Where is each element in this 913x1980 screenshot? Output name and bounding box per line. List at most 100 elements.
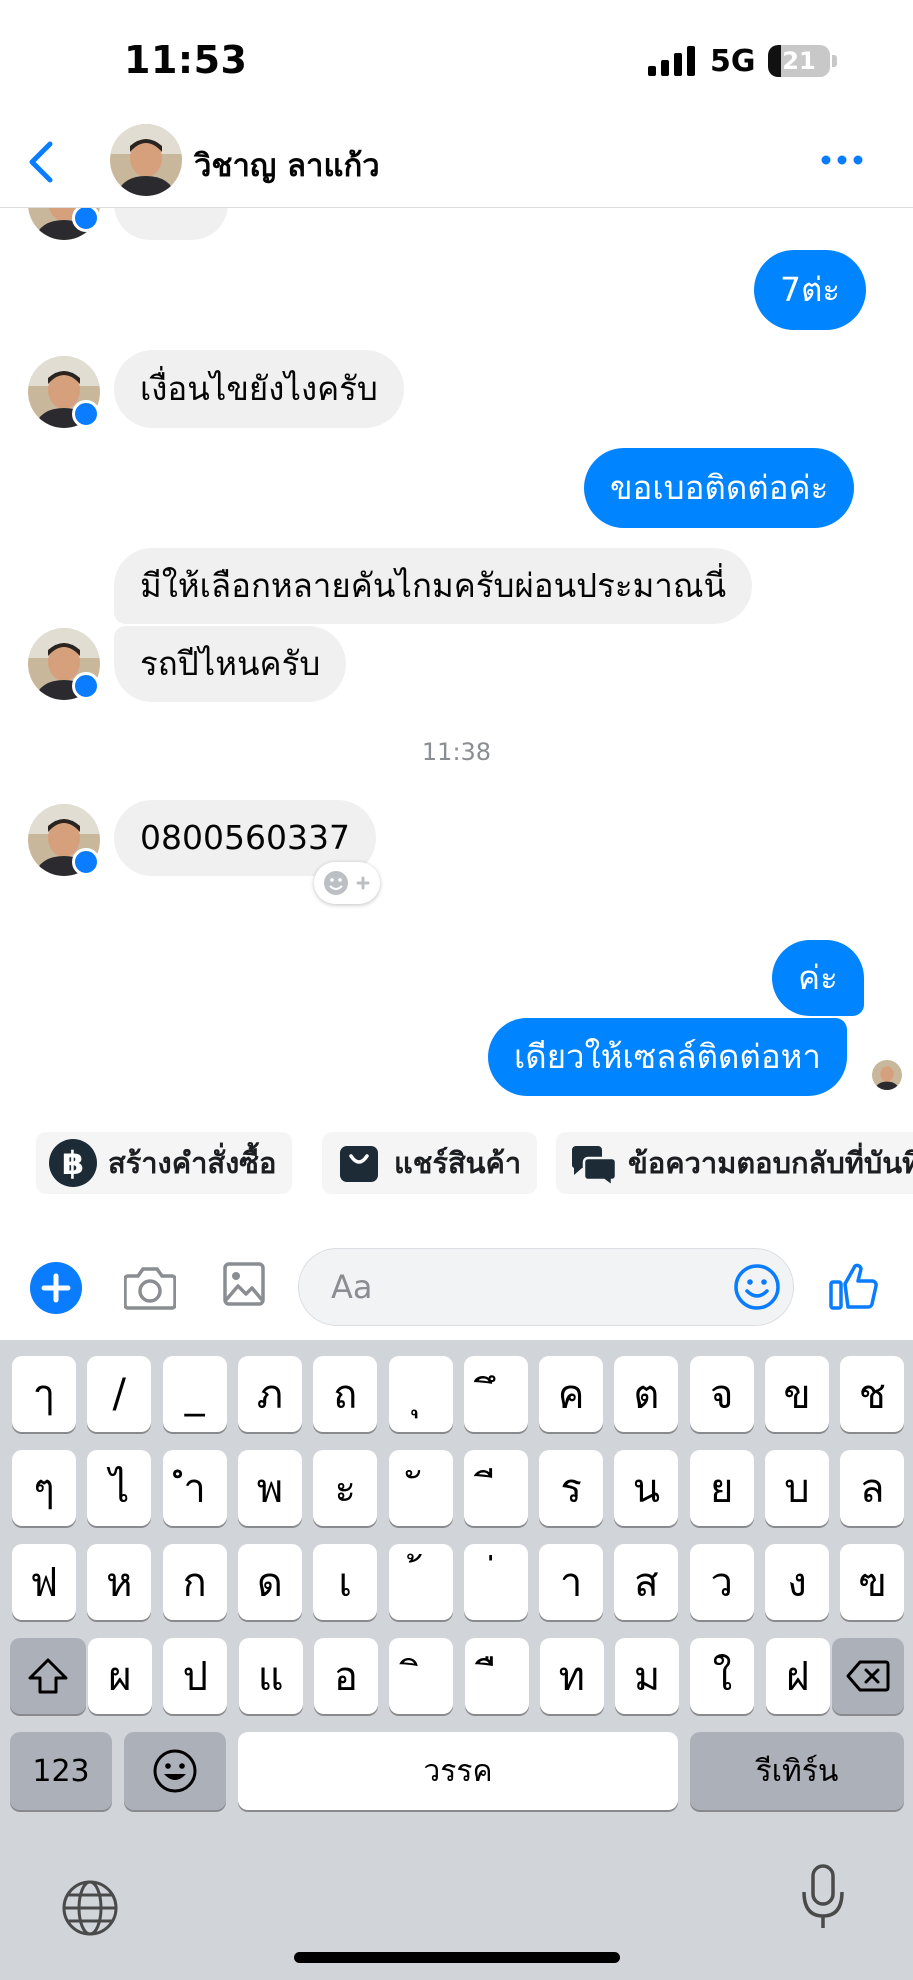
letter-key[interactable]: ภ [237, 1356, 302, 1432]
letter-key[interactable]: ข [765, 1356, 829, 1432]
letter-key[interactable]: ื [464, 1638, 529, 1714]
thumbs-up-icon[interactable] [828, 1260, 880, 1312]
shift-arrow-icon [28, 1658, 68, 1694]
emoji-keyboard-icon [153, 1749, 197, 1793]
saved-replies-chip[interactable]: ข้อความตอบกลับที่บันทึกไว้ [556, 1132, 913, 1194]
battery-cap [832, 55, 837, 67]
status-bar: 11:53 5G 21 [0, 0, 913, 120]
avatar-photo [110, 124, 182, 196]
chip-label: ข้อความตอบกลับที่บันทึกไว้ [628, 1146, 913, 1180]
letter-key[interactable]: ย [689, 1450, 754, 1526]
letter-key[interactable]: ้ [388, 1544, 453, 1620]
letter-key[interactable]: ใ [690, 1638, 755, 1714]
cellular-signal-icon [648, 46, 695, 76]
space-key[interactable]: วรรค [238, 1732, 678, 1810]
message-bubble-outgoing[interactable]: ขอเบอติดต่อค่ะ [584, 448, 855, 528]
plus-icon [41, 1273, 71, 1303]
message-bubble-partial[interactable] [114, 208, 228, 240]
plus-button[interactable] [30, 1262, 82, 1314]
letter-key[interactable]: ห [87, 1544, 152, 1620]
letter-key[interactable]: ๅ [12, 1356, 76, 1432]
message-bubble-incoming[interactable]: มีให้เลือกหลายคันไกมครับผ่อนประมาณนี่ [114, 548, 753, 624]
add-reaction-icon [324, 871, 370, 895]
message-bubble-outgoing[interactable]: เดียวให้เซลล์ติดต่อหา [488, 1018, 847, 1096]
globe-icon[interactable] [60, 1878, 120, 1938]
letter-key[interactable]: ่ [463, 1544, 528, 1620]
letter-key[interactable]: ม [615, 1638, 680, 1714]
home-indicator[interactable] [294, 1952, 620, 1963]
return-key[interactable]: รีเทิร์น [690, 1732, 904, 1810]
letter-key[interactable]: ท [539, 1638, 604, 1714]
thai-keyboard: ๅ/_ภถุึคตจขช ๆไำพะัีรนยบล ฟหกดเ้่าสวงฃ ผ… [0, 1340, 913, 1980]
contact-avatar[interactable] [110, 124, 182, 196]
letter-key[interactable]: น [614, 1450, 679, 1526]
message-bubble-outgoing[interactable]: 7ต่ะ [754, 250, 867, 330]
letter-key[interactable]: ร [539, 1450, 604, 1526]
letter-key[interactable]: ค [539, 1356, 604, 1432]
letter-key[interactable]: ล [840, 1450, 905, 1526]
chip-label: แชร์สินค้า [394, 1146, 522, 1180]
messenger-badge-icon [72, 848, 100, 876]
letter-key[interactable]: ส [614, 1544, 679, 1620]
numbers-key[interactable]: 123 [10, 1732, 112, 1810]
letter-key[interactable]: แ [238, 1638, 303, 1714]
message-composer: Aa [0, 1240, 913, 1340]
shift-key[interactable] [10, 1638, 86, 1714]
back-chevron-icon[interactable] [22, 138, 62, 186]
backspace-icon [846, 1660, 890, 1692]
letter-key[interactable]: ต [614, 1356, 679, 1432]
letter-key[interactable]: ไ [87, 1450, 152, 1526]
letter-key[interactable]: ึ [463, 1356, 528, 1432]
letter-key[interactable]: ั [388, 1450, 453, 1526]
letter-key[interactable]: ง [765, 1544, 829, 1620]
letter-key[interactable]: / [87, 1356, 152, 1432]
letter-key[interactable]: ิ [389, 1638, 454, 1714]
letter-key[interactable]: _ [162, 1356, 227, 1432]
emoji-key[interactable] [124, 1732, 226, 1810]
letter-key[interactable]: ด [237, 1544, 302, 1620]
shopping-bag-icon [340, 1146, 378, 1182]
camera-icon[interactable] [124, 1262, 176, 1312]
gallery-icon[interactable] [222, 1260, 266, 1308]
contact-name[interactable]: วิชาญ ลาแก้ว [194, 140, 380, 190]
share-product-chip[interactable]: แชร์สินค้า [322, 1132, 538, 1194]
message-bubble-outgoing[interactable]: ค่ะ [772, 940, 864, 1016]
network-type: 5G [710, 44, 756, 79]
microphone-icon[interactable] [798, 1862, 848, 1932]
letter-key[interactable]: พ [237, 1450, 302, 1526]
letter-key[interactable]: ช [840, 1356, 905, 1432]
avatar-photo [872, 1060, 902, 1090]
quick-actions-bar[interactable]: ฿ สร้างคำสั่งซื้อ แชร์สินค้า ข้อความตอบก… [0, 1128, 913, 1196]
letter-key[interactable]: ก [162, 1544, 227, 1620]
message-list[interactable]: 7ต่ะ เงื่อนไขยังไงครับ ขอเบอติดต่อค่ะ มี… [0, 208, 913, 1108]
message-input[interactable]: Aa [298, 1248, 794, 1326]
chip-label: สร้างคำสั่งซื้อ [108, 1146, 277, 1180]
letter-key[interactable]: ำ [162, 1450, 227, 1526]
add-reaction-button[interactable] [314, 862, 380, 904]
backspace-key[interactable] [832, 1638, 904, 1714]
emoji-icon[interactable] [733, 1263, 781, 1311]
letter-key[interactable]: ี [463, 1450, 528, 1526]
letter-key[interactable]: เ [313, 1544, 378, 1620]
letter-key[interactable]: ผ [88, 1638, 152, 1714]
letter-key[interactable]: จ [689, 1356, 754, 1432]
baht-icon: ฿ [49, 1139, 97, 1187]
letter-key[interactable]: ะ [313, 1450, 378, 1526]
letter-key[interactable]: า [539, 1544, 604, 1620]
chat-bubbles-icon [571, 1146, 618, 1188]
letter-key[interactable]: บ [765, 1450, 829, 1526]
letter-key[interactable]: ฟ [12, 1544, 76, 1620]
letter-key[interactable]: ๆ [12, 1450, 76, 1526]
svg-text:฿: ฿ [62, 1144, 84, 1182]
letter-key[interactable]: อ [313, 1638, 378, 1714]
message-bubble-incoming[interactable]: เงื่อนไขยังไงครับ [114, 350, 404, 428]
letter-key[interactable]: ฝ [765, 1638, 830, 1714]
letter-key[interactable]: ุ [388, 1356, 453, 1432]
letter-key[interactable]: ถ [313, 1356, 378, 1432]
create-order-chip[interactable]: ฿ สร้างคำสั่งซื้อ [36, 1132, 293, 1194]
letter-key[interactable]: ว [689, 1544, 754, 1620]
letter-key[interactable]: ฃ [840, 1544, 905, 1620]
letter-key[interactable]: ป [163, 1638, 228, 1714]
more-horizontal-icon[interactable] [818, 148, 866, 172]
message-bubble-incoming[interactable]: รถปีไหนครับ [114, 626, 347, 702]
